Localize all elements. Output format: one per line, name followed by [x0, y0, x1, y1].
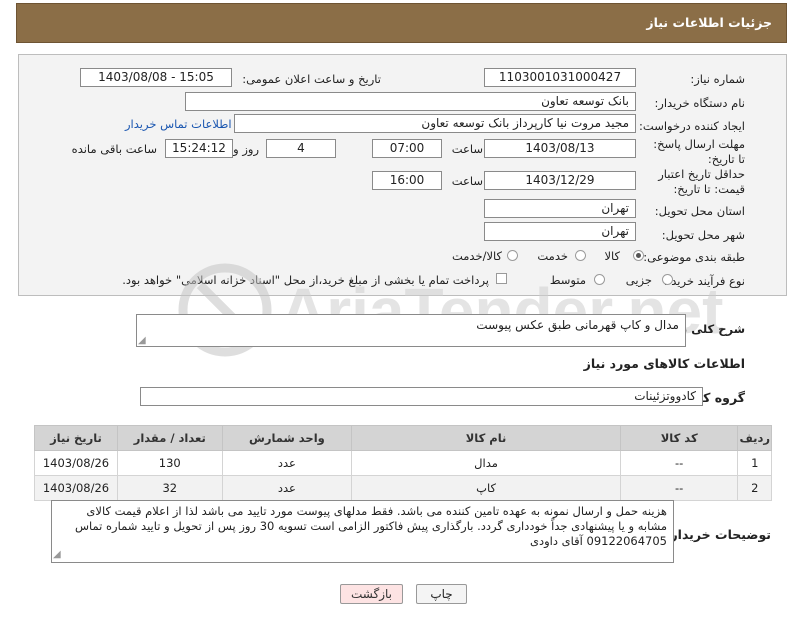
- category-goods-service-label: کالا/خدمت: [451, 249, 502, 263]
- treasury-payment-note: پرداخت تمام یا بخشی از مبلغ خرید،از محل …: [122, 273, 489, 287]
- process-medium-label: متوسط: [549, 273, 586, 287]
- category-service-label: خدمت: [537, 249, 568, 263]
- cell-quantity: 32: [116, 475, 223, 501]
- city-field: تهران: [484, 222, 636, 241]
- city-label: شهر محل تحویل:: [661, 228, 745, 242]
- cell-need-date: 1403/08/26: [34, 450, 118, 476]
- reply-deadline-label: مهلت ارسال پاسخ: تا تاریخ:: [653, 137, 745, 166]
- goods-info-title: اطلاعات کالاهای مورد نیاز: [583, 356, 745, 371]
- category-goods-service-radio[interactable]: [507, 250, 518, 261]
- buyer-org-field: بانک توسعه تعاون: [185, 92, 636, 111]
- goods-group-field: کادووتزئینات: [140, 387, 703, 406]
- buyer-contact-link[interactable]: اطلاعات تماس خریدار: [125, 117, 232, 131]
- col-header-name: نام کالا: [351, 425, 621, 451]
- cell-name: مدال: [351, 450, 621, 476]
- cell-row-number: 1: [737, 450, 772, 476]
- category-label: طبقه بندی موضوعی:: [643, 250, 745, 264]
- cell-unit: عدد: [221, 475, 353, 501]
- remaining-time-label: ساعت باقی مانده: [71, 142, 157, 156]
- table-row: 2 -- کاپ عدد 32 1403/08/26: [34, 475, 772, 501]
- need-number-field: 1103001031000427: [484, 68, 636, 87]
- cell-unit: عدد: [221, 450, 353, 476]
- category-goods-label: کالا: [604, 249, 620, 263]
- col-header-need-date: تاریخ نیاز: [34, 425, 118, 451]
- category-service-radio[interactable]: [575, 250, 586, 261]
- table-row: 1 -- مدال عدد 130 1403/08/26: [34, 450, 772, 476]
- cell-code: --: [619, 450, 739, 476]
- back-button[interactable]: بازگشت: [340, 584, 403, 604]
- col-header-quantity: تعداد / مقدار: [116, 425, 223, 451]
- announce-label: تاریخ و ساعت اعلان عمومی:: [242, 72, 381, 86]
- col-header-row-number: ردیف: [737, 425, 772, 451]
- buyer-org-label: نام دستگاه خریدار:: [654, 96, 745, 110]
- process-small-label: جزیی: [625, 273, 652, 287]
- creator-label: ایجاد کننده درخواست:: [639, 119, 745, 133]
- reply-time-label: ساعت: [451, 142, 483, 156]
- price-validity-time-field: 16:00: [372, 171, 442, 190]
- province-field: تهران: [484, 199, 636, 218]
- process-medium-radio[interactable]: [594, 274, 605, 285]
- creator-field: مجید مروت نیا کارپرداز بانک توسعه تعاون: [234, 114, 636, 133]
- page-header: جزئیات اطلاعات نیاز: [16, 3, 787, 43]
- resize-grip-icon[interactable]: ◢: [138, 335, 146, 346]
- col-header-code: کد کالا: [619, 425, 739, 451]
- cell-row-number: 2: [737, 475, 772, 501]
- price-validity-date-field: 1403/12/29: [484, 171, 636, 190]
- treasury-payment-checkbox[interactable]: [496, 273, 507, 284]
- category-goods-radio[interactable]: [633, 250, 644, 261]
- province-label: استان محل تحویل:: [654, 204, 745, 218]
- days-label: روز و: [233, 142, 259, 156]
- items-table: ردیف کد کالا نام کالا واحد شمارش تعداد /…: [34, 425, 772, 501]
- table-header-row: ردیف کد کالا نام کالا واحد شمارش تعداد /…: [34, 425, 772, 451]
- announce-datetime-field: 1403/08/08 - 15:05: [80, 68, 232, 87]
- print-button[interactable]: چاپ: [416, 584, 467, 604]
- process-small-radio[interactable]: [662, 274, 673, 285]
- buyer-notes-label: توضیحات خریدار:: [665, 527, 771, 542]
- cell-code: --: [619, 475, 739, 501]
- cell-quantity: 130: [116, 450, 223, 476]
- reply-date-field: 1403/08/13: [484, 139, 636, 158]
- days-remaining-field: 4: [266, 139, 336, 158]
- remaining-time-field: 15:24:12: [165, 139, 233, 158]
- resize-grip-icon[interactable]: ◢: [53, 549, 61, 560]
- process-label: نوع فرآیند خرید :: [663, 274, 745, 288]
- price-validity-label: حداقل تاریخ اعتبار قیمت: تا تاریخ:: [658, 167, 745, 196]
- cell-need-date: 1403/08/26: [34, 475, 118, 501]
- need-number-label: شماره نیاز:: [690, 72, 745, 86]
- cell-name: کاپ: [351, 475, 621, 501]
- description-textarea[interactable]: مدال و کاپ قهرمانی طبق عکس پیوست: [136, 314, 686, 347]
- reply-time-field: 07:00: [372, 139, 442, 158]
- col-header-unit: واحد شمارش: [221, 425, 353, 451]
- price-time-label: ساعت: [451, 174, 483, 188]
- page-title: جزئیات اطلاعات نیاز: [646, 15, 772, 30]
- buyer-notes-textarea[interactable]: هزینه حمل و ارسال نمونه به عهده تامین کن…: [51, 500, 674, 563]
